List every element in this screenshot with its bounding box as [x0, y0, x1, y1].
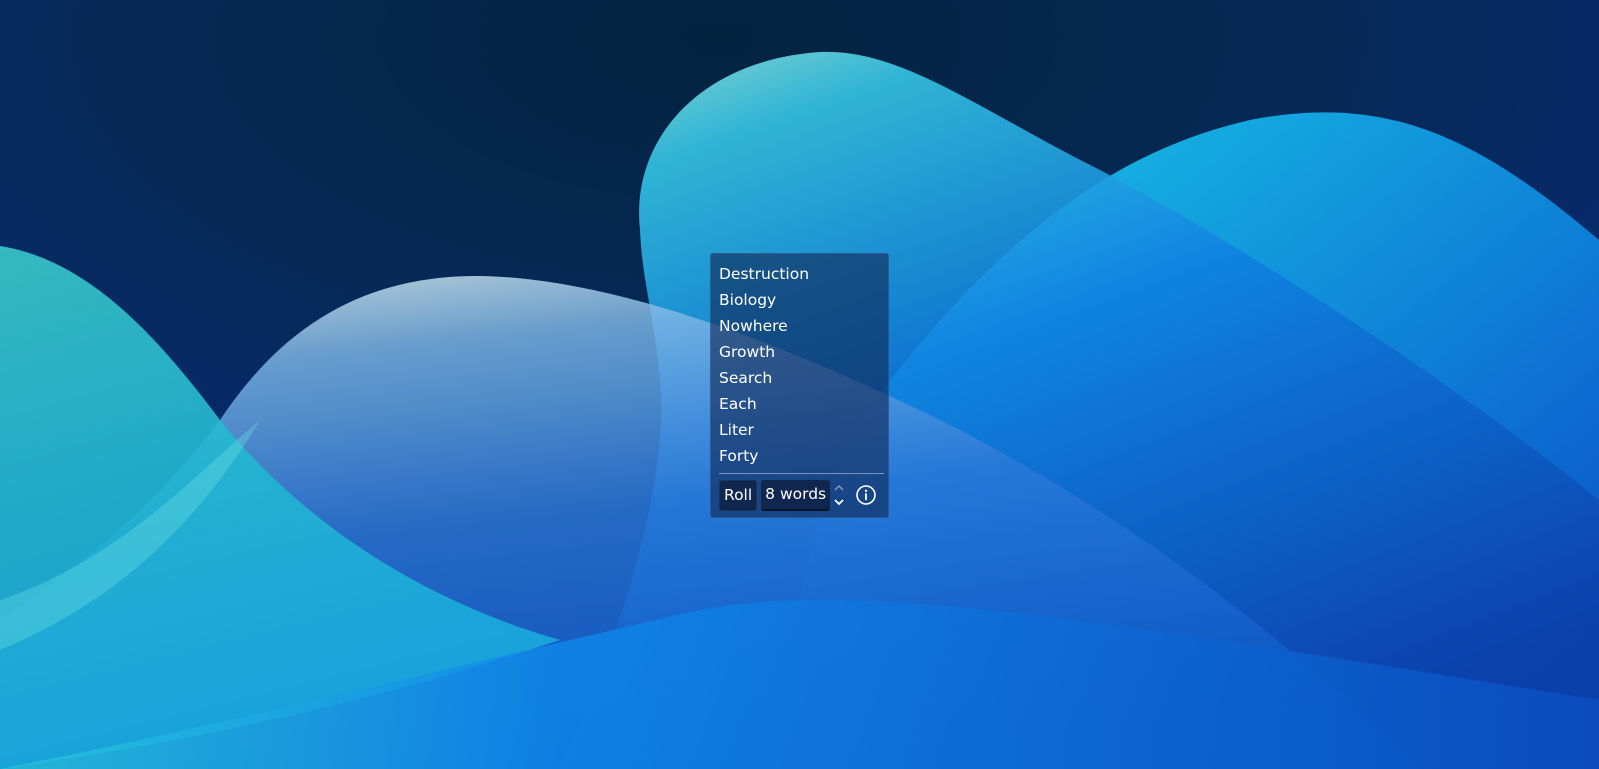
word-item: Destruction [719, 265, 810, 283]
roll-button[interactable]: Roll [719, 479, 758, 511]
spin-down-icon[interactable] [833, 497, 845, 507]
word-item: Search [719, 369, 773, 387]
random-words-widget: Destruction Biology Nowhere Growth Searc… [710, 253, 889, 518]
word-item: Liter [719, 421, 754, 439]
desktop: Destruction Biology Nowhere Growth Searc… [0, 0, 1599, 769]
word-item: Biology [719, 291, 777, 309]
word-item: Nowhere [719, 317, 788, 335]
spin-up-icon[interactable] [833, 483, 845, 493]
spinbox-arrows-icon[interactable] [832, 480, 846, 511]
controls-row: Roll 8 words [719, 479, 881, 511]
word-list: Destruction Biology Nowhere Growth Searc… [719, 261, 881, 469]
word-item: Each [719, 395, 757, 413]
divider [719, 473, 884, 474]
word-item: Growth [719, 343, 776, 361]
word-count-spinbox[interactable]: 8 words [761, 479, 831, 511]
word-item: Forty [719, 447, 759, 465]
info-icon[interactable] [855, 484, 877, 506]
